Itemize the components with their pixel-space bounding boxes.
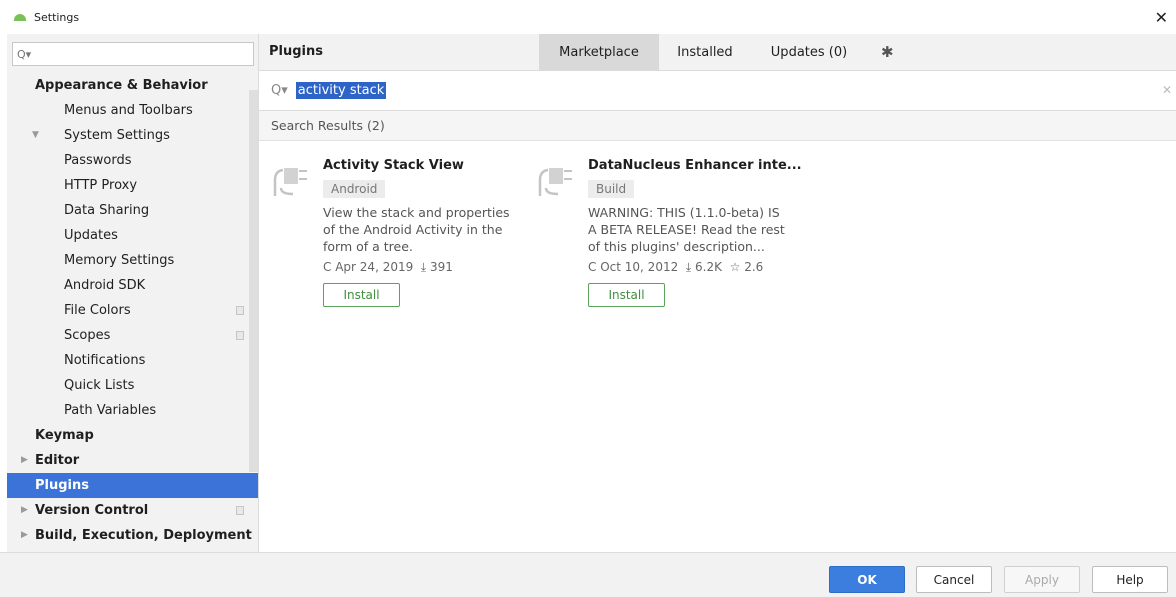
sidebar-item-file-colors[interactable]: File Colors bbox=[7, 298, 258, 323]
sidebar-item-path-variables[interactable]: Path Variables bbox=[7, 398, 258, 423]
tab-updates[interactable]: Updates (0) bbox=[759, 34, 859, 71]
plugin-downloads: 391 bbox=[430, 260, 453, 274]
plugin-search-input[interactable]: Q▾ activity stack ✕ bbox=[259, 71, 1176, 111]
apply-button[interactable]: Apply bbox=[1004, 566, 1080, 593]
plugin-downloads: 6.2K bbox=[695, 260, 722, 274]
plugin-icon bbox=[273, 168, 307, 196]
plugin-name[interactable]: DataNucleus Enhancer inte... bbox=[588, 158, 802, 173]
sidebar-item-keymap[interactable]: Keymap bbox=[7, 423, 258, 448]
plugin-tag: Android bbox=[323, 180, 386, 198]
plugin-card-body: DataNucleus Enhancer inte... Build WARNI… bbox=[588, 158, 802, 307]
plugin-rating: 2.6 bbox=[744, 260, 764, 274]
sidebar-item-label: Quick Lists bbox=[64, 378, 135, 393]
dialog-footer: OK Cancel Apply Help bbox=[0, 552, 1176, 597]
expanded-arrow-icon[interactable]: ▼ bbox=[32, 123, 39, 148]
sidebar-item-label: Appearance & Behavior bbox=[35, 78, 208, 93]
page-title: Plugins bbox=[269, 44, 323, 59]
sidebar-item-updates[interactable]: Updates bbox=[7, 223, 258, 248]
install-button[interactable]: Install bbox=[323, 283, 400, 307]
download-icon: ⤓ bbox=[682, 260, 692, 274]
plugin-description: WARNING: THIS (1.1.0-beta) IS A BETA REL… bbox=[588, 205, 785, 254]
sidebar-item-label: Android SDK bbox=[64, 278, 146, 293]
sidebar-item-appearance-behavior[interactable]: Appearance & Behavior bbox=[7, 73, 258, 98]
collapsed-arrow-icon[interactable]: ▶ bbox=[21, 448, 28, 473]
sidebar-item-label: Plugins bbox=[35, 478, 89, 493]
sidebar-item-label: Updates bbox=[64, 228, 118, 243]
plugins-header: Plugins Marketplace Installed Updates (0… bbox=[259, 34, 1176, 71]
sidebar-item-menus-and-toolbars[interactable]: Menus and Toolbars bbox=[7, 98, 258, 123]
refresh-icon: C bbox=[323, 260, 332, 274]
search-query-text[interactable]: activity stack bbox=[295, 82, 387, 99]
title-bar: Settings ✕ bbox=[0, 0, 1176, 34]
clear-search-icon[interactable]: ✕ bbox=[1162, 83, 1172, 97]
project-scope-icon bbox=[236, 506, 244, 515]
sidebar-item-label: Scopes bbox=[64, 328, 111, 343]
sidebar-item-build-execution-deployment[interactable]: ▶ Build, Execution, Deployment bbox=[7, 523, 258, 548]
sidebar-item-label: HTTP Proxy bbox=[64, 178, 138, 193]
settings-sidebar: Q▾ Appearance & Behavior Menus and Toolba… bbox=[7, 34, 259, 552]
plugin-meta: C Oct 10, 2012 ⤓ 6.2K ☆ 2.6 bbox=[588, 260, 788, 275]
sidebar-item-label: System Settings bbox=[64, 128, 170, 143]
sidebar-scrollbar[interactable] bbox=[249, 90, 258, 472]
sidebar-item-passwords[interactable]: Passwords bbox=[7, 148, 258, 173]
sidebar-item-label: Menus and Toolbars bbox=[64, 103, 193, 118]
plugin-icon bbox=[538, 168, 572, 196]
plugin-meta: C Apr 24, 2019 ⤓ 391 bbox=[323, 260, 523, 275]
sidebar-item-editor[interactable]: ▶ Editor bbox=[7, 448, 258, 473]
sidebar-item-label: File Colors bbox=[64, 303, 131, 318]
plugin-card-body: Activity Stack View Android View the sta… bbox=[323, 158, 523, 307]
gear-icon[interactable]: ✱ bbox=[881, 43, 894, 61]
collapsed-arrow-icon[interactable]: ▶ bbox=[21, 523, 28, 548]
ok-button[interactable]: OK bbox=[829, 566, 905, 593]
sidebar-item-system-settings[interactable]: ▼ System Settings bbox=[7, 123, 258, 148]
sidebar-item-label: Notifications bbox=[64, 353, 146, 368]
sidebar-item-version-control[interactable]: ▶ Version Control bbox=[7, 498, 258, 523]
sidebar-item-label: Build, Execution, Deployment bbox=[35, 528, 252, 543]
sidebar-item-label: Keymap bbox=[35, 428, 94, 443]
sidebar-item-memory-settings[interactable]: Memory Settings bbox=[7, 248, 258, 273]
download-icon: ⤓ bbox=[417, 260, 427, 274]
sidebar-search-input[interactable]: Q▾ bbox=[12, 42, 254, 66]
plugin-tag: Build bbox=[588, 180, 635, 198]
install-button[interactable]: Install bbox=[588, 283, 665, 307]
close-icon[interactable]: ✕ bbox=[1155, 8, 1168, 27]
sidebar-item-label: Memory Settings bbox=[64, 253, 175, 268]
collapsed-arrow-icon[interactable]: ▶ bbox=[21, 498, 28, 523]
sidebar-item-label: Editor bbox=[35, 453, 80, 468]
refresh-icon: C bbox=[588, 260, 597, 274]
sidebar-item-scopes[interactable]: Scopes bbox=[7, 323, 258, 348]
sidebar-item-data-sharing[interactable]: Data Sharing bbox=[7, 198, 258, 223]
plugin-description: View the stack and properties of the And… bbox=[323, 205, 510, 254]
search-icon: Q▾ bbox=[271, 83, 288, 98]
plugin-date: Apr 24, 2019 bbox=[335, 260, 414, 274]
sidebar-item-http-proxy[interactable]: HTTP Proxy bbox=[7, 173, 258, 198]
sidebar-item-notifications[interactable]: Notifications bbox=[7, 348, 258, 373]
android-studio-icon bbox=[12, 12, 28, 22]
plugin-date: Oct 10, 2012 bbox=[600, 260, 679, 274]
window-title: Settings bbox=[34, 10, 80, 24]
project-scope-icon bbox=[236, 306, 244, 315]
search-results-label: Search Results (2) bbox=[259, 111, 1176, 141]
sidebar-item-label: Data Sharing bbox=[64, 203, 150, 218]
sidebar-item-label: Version Control bbox=[35, 503, 149, 518]
sidebar-item-plugins[interactable]: Plugins bbox=[7, 473, 258, 498]
tab-installed[interactable]: Installed bbox=[659, 34, 751, 71]
tab-marketplace[interactable]: Marketplace bbox=[539, 34, 659, 71]
search-icon: Q▾ bbox=[17, 47, 32, 61]
sidebar-item-label: Passwords bbox=[64, 153, 132, 168]
help-button[interactable]: Help bbox=[1092, 566, 1168, 593]
sidebar-item-quick-lists[interactable]: Quick Lists bbox=[7, 373, 258, 398]
star-icon: ☆ bbox=[725, 260, 741, 274]
sidebar-item-android-sdk[interactable]: Android SDK bbox=[7, 273, 258, 298]
plugin-name[interactable]: Activity Stack View bbox=[323, 158, 523, 173]
settings-tree: Appearance & Behavior Menus and Toolbars ▼… bbox=[7, 73, 258, 548]
project-scope-icon bbox=[236, 331, 244, 340]
cancel-button[interactable]: Cancel bbox=[916, 566, 992, 593]
sidebar-item-label: Path Variables bbox=[64, 403, 157, 418]
